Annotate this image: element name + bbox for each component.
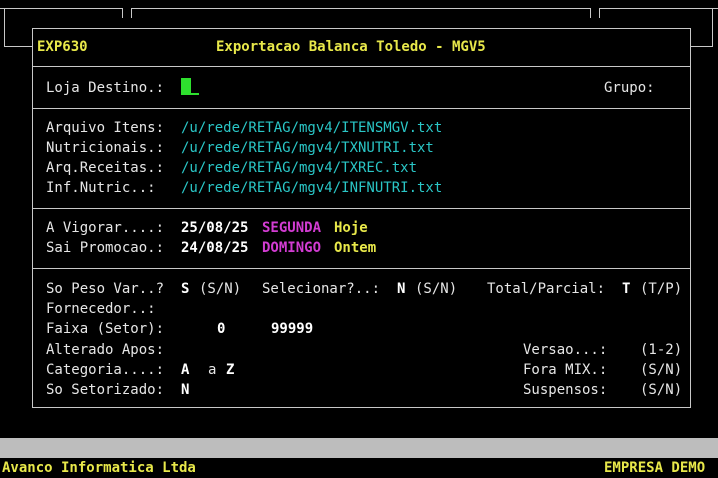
selecionar-label: Selecionar?..: bbox=[262, 281, 381, 297]
so-peso-input[interactable]: S bbox=[181, 279, 189, 299]
versao-label: Versao...: bbox=[523, 342, 608, 358]
sai-promocao-date-input[interactable]: 24/08/25 bbox=[181, 238, 248, 258]
suspensos-label: Suspensos: bbox=[523, 382, 608, 398]
fornecedor-input[interactable] bbox=[181, 299, 301, 319]
file-label: Inf.Nutric..: bbox=[46, 180, 156, 196]
categoria-from-input[interactable]: A bbox=[181, 360, 189, 380]
company-name-right: EMPRESA DEMO bbox=[604, 460, 706, 476]
file-label: Arquivo Itens: bbox=[46, 120, 165, 136]
categoria-separator: a bbox=[208, 362, 217, 378]
sai-promocao-relative: Ontem bbox=[334, 240, 377, 256]
versao-hint: (1-2) bbox=[640, 342, 683, 358]
file-path-input[interactable]: /u/rede/RETAG/mgv4/INFNUTRI.txt bbox=[181, 178, 442, 198]
total-parcial-hint: (T/P) bbox=[640, 281, 683, 297]
alterado-apos-input[interactable] bbox=[181, 340, 271, 360]
versao-input[interactable] bbox=[622, 340, 632, 360]
faixa-to-input[interactable]: 99999 bbox=[271, 319, 313, 339]
selecionar-hint: (S/N) bbox=[415, 281, 458, 297]
file-label: Arq.Receitas.: bbox=[46, 160, 165, 176]
file-path-input[interactable]: /u/rede/RETAG/mgv4/ITENSMGV.txt bbox=[181, 118, 442, 138]
text-cursor bbox=[181, 78, 199, 95]
fora-mix-input[interactable] bbox=[622, 360, 632, 380]
file-path-input[interactable]: /u/rede/RETAG/mgv4/TXREC.txt bbox=[181, 158, 417, 178]
a-vigorar-label: A Vigorar....: bbox=[46, 220, 165, 236]
selecionar-input[interactable]: N bbox=[397, 279, 405, 299]
categoria-label: Categoria....: bbox=[46, 362, 165, 378]
fornecedor-label: Fornecedor..: bbox=[46, 301, 156, 317]
so-setorizado-input[interactable]: N bbox=[181, 380, 189, 400]
company-name-left: Avanco Informatica Ltda bbox=[2, 460, 196, 476]
sai-promocao-label: Sai Promocao.: bbox=[46, 240, 165, 256]
alterado-apos-label: Alterado Apos: bbox=[46, 342, 165, 358]
total-parcial-input[interactable]: T bbox=[622, 279, 630, 299]
sai-promocao-weekday: DOMINGO bbox=[262, 240, 322, 256]
loja-destino-label: Loja Destino.: bbox=[46, 80, 165, 96]
a-vigorar-date-input[interactable]: 25/08/25 bbox=[181, 218, 248, 238]
so-setorizado-label: So Setorizado: bbox=[46, 382, 165, 398]
a-vigorar-weekday: SEGUNDA bbox=[262, 220, 322, 236]
so-peso-label: So Peso Var..? bbox=[46, 281, 165, 297]
faixa-from-input[interactable]: 0 bbox=[217, 319, 225, 339]
a-vigorar-relative: Hoje bbox=[334, 220, 368, 236]
total-parcial-label: Total/Parcial: bbox=[487, 281, 606, 297]
fora-mix-label: Fora MIX.: bbox=[523, 362, 608, 378]
faixa-setor-label: Faixa (Setor): bbox=[46, 321, 165, 337]
status-bar bbox=[0, 438, 718, 458]
window-title: Exportacao Balanca Toledo - MGV5 bbox=[216, 39, 486, 55]
fora-mix-hint: (S/N) bbox=[640, 362, 683, 378]
categoria-to-input[interactable]: Z bbox=[226, 360, 234, 380]
suspensos-input[interactable] bbox=[622, 380, 632, 400]
grupo-label: Grupo: bbox=[604, 80, 655, 96]
suspensos-hint: (S/N) bbox=[640, 382, 683, 398]
file-path-input[interactable]: /u/rede/RETAG/mgv4/TXNUTRI.txt bbox=[181, 138, 434, 158]
loja-destino-input[interactable] bbox=[181, 78, 199, 98]
file-label: Nutricionais.: bbox=[46, 140, 165, 156]
so-peso-hint: (S/N) bbox=[199, 281, 242, 297]
program-id: EXP630 bbox=[37, 39, 88, 55]
